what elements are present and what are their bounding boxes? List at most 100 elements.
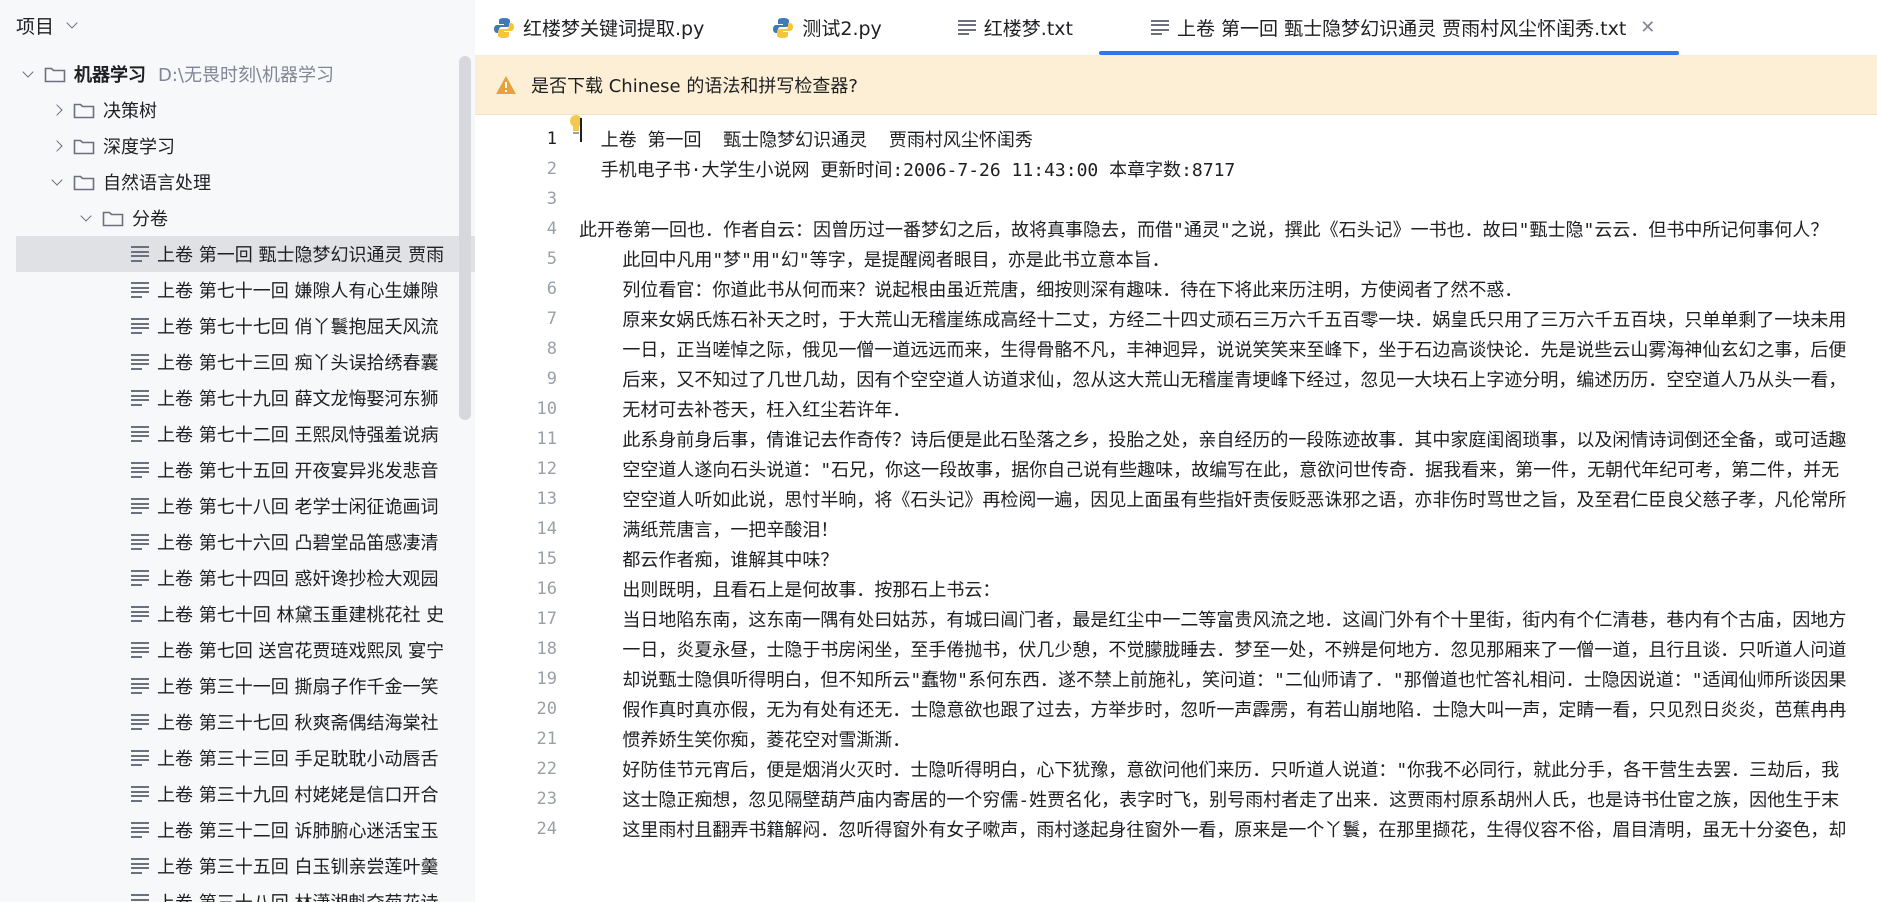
text-file-icon [131,246,149,262]
line-number: 2 [546,159,557,179]
text-file-icon [131,750,149,766]
tree-folder-row[interactable]: 分卷 [0,200,475,236]
text-file-icon [131,498,149,514]
tree-file-row[interactable]: 上卷 第七十二回 王熙凤恃强羞说病 [0,416,475,452]
chevron-right-icon[interactable] [47,100,67,120]
tree-item-path: D:\无畏时刻\机器学习 [158,65,335,86]
tree-file-row[interactable]: 上卷 第七十回 林黛玉重建桃花社 史 [0,596,475,632]
code-line: 2 手机电子书·大学生小说网 更新时间:2006-7-26 11:43:00 本… [475,154,1877,184]
tree-item-label: 上卷 第三十三回 手足耽耽小动唇舌 [157,749,439,770]
tree-item-label: 上卷 第七十八回 老学士闲征诡画词 [157,497,439,518]
code-line: 8 一日，正当嗟悼之际，俄见一僧一道远远而来，生得骨骼不凡，丰神迥异，说说笑笑来… [475,334,1877,364]
tree-file-row[interactable]: 上卷 第一回 甄士隐梦幻识通灵 贾雨 [16,236,475,272]
text-file-icon [131,570,149,586]
tree-item-label: 机器学习 [74,65,146,86]
code-line: 23 这士隐正痴想，忽见隔壁葫芦庙内寄居的一个穷儒-姓贾名化，表字时飞，别号雨村… [475,784,1877,814]
line-number: 8 [546,339,557,359]
tab-label: 测试2.py [802,18,882,40]
editor-tab[interactable]: 红楼梦关键词提取.py [475,0,722,55]
code-line: 24 这里雨村且翻弄书籍解闷．忽听得窗外有女子嗽声，雨村遂起身往窗外一看，原来是… [475,814,1877,844]
chevron-down-icon[interactable] [47,172,67,192]
tree-folder-row[interactable]: 深度学习 [0,128,475,164]
chevron-down-icon[interactable] [76,208,96,228]
code-line: 5 此回中凡用"梦"用"幻"等字，是提醒阅者眼目，亦是此书立意本旨． [475,244,1877,274]
tree-file-row[interactable]: 上卷 第三十七回 秋爽斋偶结海棠社 [0,704,475,740]
line-text: 这士隐正痴想，忽见隔壁葫芦庙内寄居的一个穷儒-姓贾名化，表字时飞，别号雨村者走了… [579,790,1840,811]
tab-label: 红楼梦.txt [983,18,1073,40]
line-number: 3 [546,189,557,209]
code-line: 9 后来，又不知过了几世几劫，因有个空空道人访道求仙，忽从这大荒山无稽崖青埂峰下… [475,364,1877,394]
editor-tab[interactable]: 红楼梦.txt [900,0,1091,55]
tree-file-row[interactable]: 上卷 第三十五回 白玉钏亲尝莲叶羹 [0,848,475,884]
folder-icon [73,103,95,118]
line-text: 出则既明，且看石上是何故事．按那石上书云： [579,580,1001,601]
text-file-icon [131,642,149,658]
line-number: 17 [536,609,557,629]
line-text: 列位看官：你道此书从何而来？说起根由虽近荒唐，细按则深有趣味．待在下将此来历注明… [579,280,1523,301]
tree-item-label: 上卷 第七十回 林黛玉重建桃花社 史 [157,605,445,626]
code-line: 14 满纸荒唐言，一把辛酸泪！ [475,514,1877,544]
tree-file-row[interactable]: 上卷 第七十六回 凸碧堂品笛感凄清 [0,524,475,560]
line-text: 满纸荒唐言，一把辛酸泪！ [579,520,839,541]
tree-file-row[interactable]: 上卷 第三十三回 手足耽耽小动唇舌 [0,740,475,776]
spellcheck-banner[interactable]: 是否下载 Chinese 的语法和拼写检查器? [475,56,1877,115]
line-number: 11 [536,429,557,449]
tree-folder-row[interactable]: 决策树 [0,92,475,128]
line-number: 4 [546,219,557,239]
line-text: 一日，正当嗟悼之际，俄见一僧一道远远而来，生得骨骼不凡，丰神迥异，说说笑笑来至峰… [579,340,1847,361]
line-text: 都云作者痴，谁解其中味？ [579,550,839,571]
tree-file-row[interactable]: 上卷 第七十一回 嫌隙人有心生嫌隙 [0,272,475,308]
chevron-down-icon[interactable] [18,64,38,84]
code-line: 1 上卷 第一回 甄士隐梦幻识通灵 贾雨村风尘怀闺秀 [475,124,1877,154]
close-icon[interactable]: ✕ [1640,17,1655,38]
tree-file-row[interactable]: 上卷 第七十三回 痴丫头误拾绣春囊 [0,344,475,380]
sidebar-scrollbar[interactable] [459,56,471,420]
code-line: 10 无材可去补苍天，枉入红尘若许年． [475,394,1877,424]
text-file-icon [957,20,976,35]
text-file-icon [131,606,149,622]
line-number: 12 [536,459,557,479]
tree-file-row[interactable]: 上卷 第三十一回 撕扇子作千金一笑 [0,668,475,704]
text-file-icon [131,786,149,802]
line-text: 空空道人听如此说，思忖半晌，将《石头记》再检阅一遍，因见上面虽有些指奸责佞贬恶诛… [579,490,1847,511]
tree-folder-row[interactable]: 自然语言处理 [0,164,475,200]
editor-tab[interactable]: 上卷 第一回 甄士隐梦幻识通灵 贾雨村风尘怀闺秀.txt ✕ [1091,0,1680,55]
code-line: 7 原来女娲氏炼石补天之时，于大荒山无稽崖练成高经十二丈，方经二十四丈顽石三万六… [475,304,1877,334]
text-file-icon [131,894,149,902]
line-number: 21 [536,729,557,749]
project-header[interactable]: 项目 [0,0,475,50]
tree-item-label: 上卷 第七十二回 王熙凤恃强羞说病 [157,425,439,446]
tree-item-label: 上卷 第一回 甄士隐梦幻识通灵 贾雨 [157,245,445,266]
tree-file-row[interactable]: 上卷 第七十七回 俏丫鬟抱屈夭风流 [0,308,475,344]
tree-item-label: 上卷 第七十一回 嫌隙人有心生嫌隙 [157,281,439,302]
line-number: 15 [536,549,557,569]
tree-file-row[interactable]: 上卷 第七十九回 薛文龙悔娶河东狮 [0,380,475,416]
tree-item-label: 上卷 第三十二回 诉肺腑心迷活宝玉 [157,821,439,842]
chevron-down-icon[interactable] [62,15,82,35]
text-file-icon [131,858,149,874]
tree-folder-row[interactable]: 机器学习 D:\无畏时刻\机器学习 [0,56,475,92]
tree-file-row[interactable]: 上卷 第七十五回 开夜宴异兆发悲音 [0,452,475,488]
tree-file-row[interactable]: 上卷 第三十二回 诉肺腑心迷活宝玉 [0,812,475,848]
tree-item-label: 上卷 第三十九回 村姥姥是信口开合 [157,785,439,806]
tree-file-row[interactable]: 上卷 第七回 送宫花贾琏戏熙凤 宴宁 [0,632,475,668]
tree-file-row[interactable]: 上卷 第七十四回 惑奸谗抄检大观园 [0,560,475,596]
line-text: 惯养娇生笑你痴，菱花空对雪澌澌． [579,730,911,751]
code-line: 19 却说甄士隐俱听得明白，但不知所云"蠢物"系何东西．遂不禁上前施礼，笑问道：… [475,664,1877,694]
tree-item-label: 上卷 第七十九回 薛文龙悔娶河东狮 [157,389,439,410]
line-text: 这里雨村且翻弄书籍解闷．忽听得窗外有女子嗽声，雨村遂起身往窗外一看，原来是一个丫… [579,820,1847,841]
tree-file-row[interactable]: 上卷 第三十八回 林潇湘魁夺菊花诗 [0,884,475,902]
tree-file-row[interactable]: 上卷 第三十九回 村姥姥是信口开合 [0,776,475,812]
tree-item-label: 上卷 第七十五回 开夜宴异兆发悲音 [157,461,439,482]
tree-file-row[interactable]: 上卷 第七十八回 老学士闲征诡画词 [0,488,475,524]
line-number: 23 [536,789,557,809]
editor-tab[interactable]: 测试2.py [722,0,899,55]
tree-item-label: 上卷 第七十七回 俏丫鬟抱屈夭风流 [157,317,439,338]
code-area[interactable]: 1 上卷 第一回 甄士隐梦幻识通灵 贾雨村风尘怀闺秀 2 手机电子书·大学生小说网… [475,115,1877,844]
banner-text: 是否下载 Chinese 的语法和拼写检查器? [531,76,858,97]
line-text: 当日地陷东南，这东南一隅有处曰姑苏，有城曰阊门者，最是红尘中一二等富贵风流之地．… [579,610,1847,631]
chevron-right-icon[interactable] [47,136,67,156]
text-file-icon [131,318,149,334]
project-sidebar: 项目 机器学习 D:\无畏时刻\机器学习决策树 深度学习 自然语言处理 分卷上卷 第一回… [0,0,476,902]
code-line: 11 此系身前身后事，倩谁记去作奇传？诗后便是此石坠落之乡，投胎之处，亲自经历的… [475,424,1877,454]
